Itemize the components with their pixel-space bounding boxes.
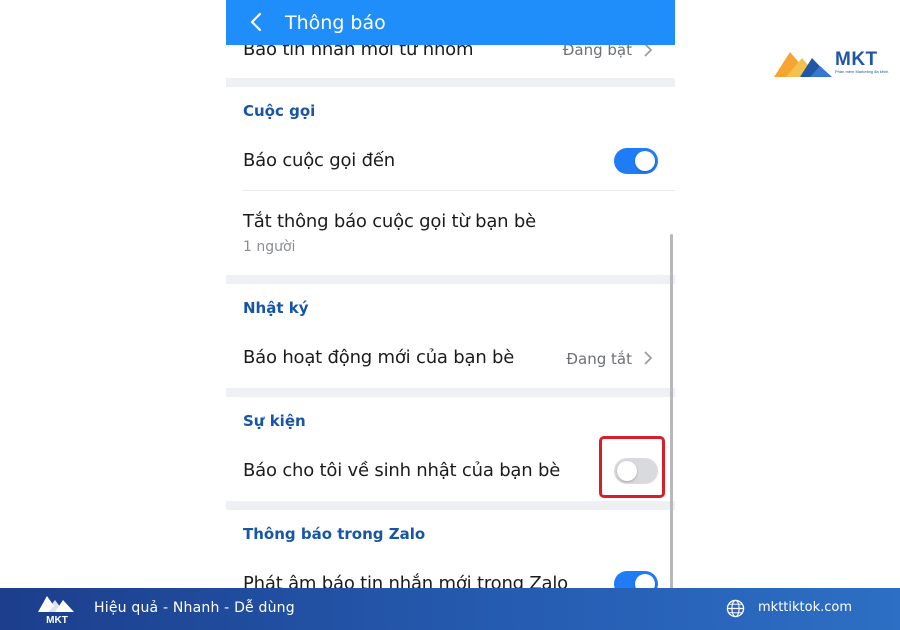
section-header-calls: Cuộc gọi (243, 102, 316, 120)
section-gap (226, 275, 675, 284)
website-link[interactable]: mkttiktok.com (758, 600, 852, 615)
section-gap (226, 388, 675, 397)
header-bar: Thông báo (226, 0, 675, 45)
highlight-box (599, 436, 665, 498)
row-label: Báo hoạt động mới của bạn bè (243, 347, 515, 368)
row-sound-new-message[interactable]: Phát âm báo tin nhắn mới trong Zalo (226, 560, 675, 588)
section-header-diary: Nhật ký (243, 299, 309, 317)
section-gap (226, 78, 675, 87)
section-gap (226, 501, 675, 510)
footer-banner: MKT Hiệu quả - Nhanh - Dễ dùng mkttiktok… (0, 588, 900, 630)
footer-logo-text: MKT (46, 615, 68, 626)
chevron-left-icon[interactable] (246, 11, 268, 33)
brand-tagline: Phần mềm Marketing đa kênh (835, 69, 889, 74)
footer-slogan: Hiệu quả - Nhanh - Dễ dùng (94, 600, 295, 616)
row-friend-activity[interactable]: Báo hoạt động mới của bạn bè Đang tắt (226, 330, 675, 388)
brand-name: MKT (835, 49, 878, 70)
sound-new-message-toggle[interactable] (614, 571, 658, 588)
row-sublabel: 1 người (243, 239, 296, 255)
scrollbar[interactable] (670, 234, 673, 588)
row-status-value: Đang tắt (566, 350, 632, 368)
mkt-logo-icon: MKT (38, 596, 74, 626)
row-incoming-call[interactable]: Báo cuộc gọi đến (226, 135, 675, 190)
toggle-knob (635, 151, 655, 171)
section-header-events: Sự kiện (243, 412, 306, 430)
globe-icon (726, 599, 745, 618)
page-title: Thông báo (285, 12, 386, 34)
row-label: Phát âm báo tin nhắn mới trong Zalo (243, 573, 568, 588)
row-label: Tắt thông báo cuộc gọi từ bạn bè (243, 211, 536, 232)
row-label: Báo cho tôi về sinh nhật của bạn bè (243, 460, 561, 481)
toggle-knob (635, 574, 655, 588)
row-label: Báo cuộc gọi đến (243, 150, 395, 171)
section-header-in-app: Thông báo trong Zalo (243, 525, 426, 543)
row-mute-friend-calls[interactable]: Tắt thông báo cuộc gọi từ bạn bè 1 người (226, 191, 675, 275)
notification-settings-screen: Báo tin nhắn mới từ nhóm Đang bật Cuộc g… (226, 0, 675, 588)
chevron-right-icon (644, 351, 653, 365)
incoming-call-toggle[interactable] (614, 148, 658, 174)
